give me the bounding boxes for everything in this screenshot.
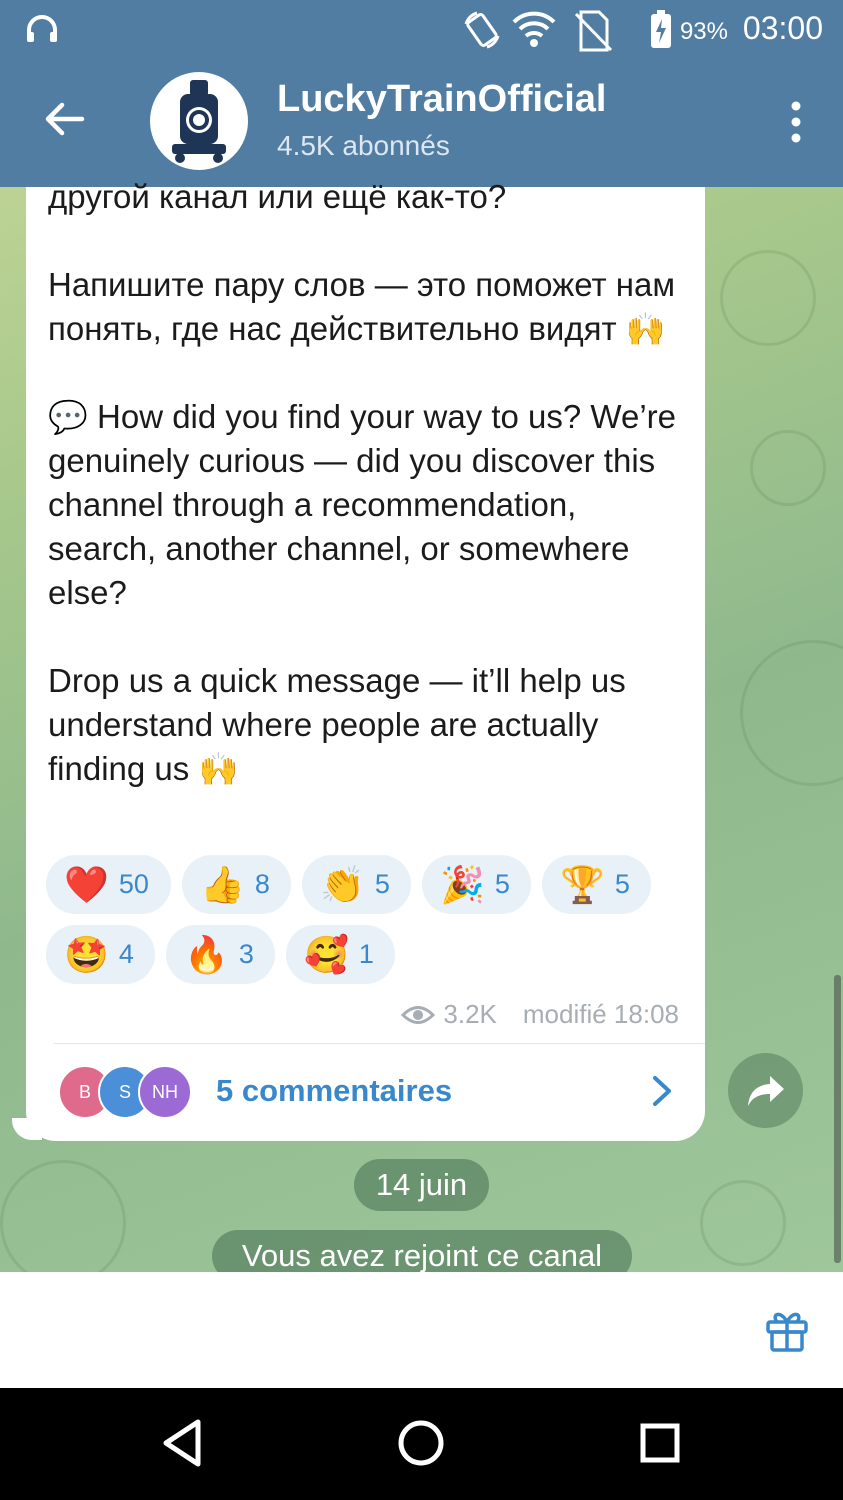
system-navigation-bar <box>0 1388 843 1500</box>
heart-emoji: ❤️ <box>64 863 109 905</box>
post-text: другой канал или ещё как-то? Напишите па… <box>48 175 688 791</box>
reaction-count: 50 <box>118 869 149 899</box>
reaction-count: 5 <box>494 869 510 899</box>
reaction-count: 5 <box>614 869 630 899</box>
reactions: ❤️ 50 👍 8 👏 5 🎉 5 🏆 5 🤩 4 🔥 3 🥰 1 <box>46 855 686 995</box>
scrollbar[interactable] <box>834 975 841 1263</box>
bottom-bar <box>0 1272 843 1388</box>
clock: 03:00 <box>742 10 823 46</box>
raising-hands-emoji: 🙌 <box>625 311 666 347</box>
reaction-party[interactable]: 🎉 5 <box>422 855 531 914</box>
commenter-avatar: NH <box>138 1065 192 1119</box>
reaction-count: 4 <box>118 939 134 969</box>
reaction-star-struck[interactable]: 🤩 4 <box>46 925 155 984</box>
channel-title[interactable]: LuckyTrainOfficial <box>277 78 606 121</box>
edited-time: modifié 18:08 <box>522 999 679 1029</box>
party-popper-emoji: 🎉 <box>440 863 485 905</box>
reaction-count: 1 <box>358 939 374 969</box>
post-text-ru-end: другой канал или ещё как-то? <box>48 178 507 215</box>
rotate-icon <box>464 11 500 49</box>
star-struck-emoji: 🤩 <box>64 933 109 975</box>
comments-label: 5 commentaires <box>216 1073 453 1108</box>
thumbs-up-emoji: 👍 <box>200 863 245 905</box>
reaction-trophy[interactable]: 🏆 5 <box>542 855 651 914</box>
view-count: 3.2K <box>443 999 497 1029</box>
reaction-clap[interactable]: 👏 5 <box>302 855 411 914</box>
trophy-emoji: 🏆 <box>560 863 605 905</box>
reaction-count: 8 <box>254 869 270 899</box>
divider <box>54 1043 705 1044</box>
channel-post: другой канал или ещё как-то? Напишите па… <box>26 178 705 1141</box>
reaction-fire[interactable]: 🔥 3 <box>166 925 275 984</box>
post-text-ru-p2: Напишите пару слов — это поможет нам пон… <box>48 266 676 347</box>
more-vertical-icon[interactable] <box>789 100 803 144</box>
date-pill: 14 juin <box>354 1159 489 1211</box>
battery-percent: 93% <box>679 18 728 45</box>
reaction-count: 3 <box>238 939 254 969</box>
no-sim-icon <box>574 10 613 52</box>
share-arrow-icon <box>747 1075 784 1106</box>
status-bar: 93% 03:00 <box>0 0 843 62</box>
comments-button[interactable]: B S NH 5 commentaires <box>26 1049 705 1131</box>
headphones-icon <box>27 15 57 42</box>
chevron-right-icon <box>653 1076 671 1106</box>
subscriber-count: 4.5K abonnés <box>277 130 450 161</box>
channel-avatar[interactable] <box>150 72 248 170</box>
battery-charging-icon <box>651 10 671 48</box>
post-text-en-p1: How did you find your way to us? We’re g… <box>48 398 677 611</box>
raising-hands-emoji: 🙌 <box>198 751 239 787</box>
reaction-smiling-hearts[interactable]: 🥰 1 <box>286 925 395 984</box>
eye-icon <box>401 1005 436 1024</box>
train-logo-icon <box>152 74 246 168</box>
app-bar: 93% 03:00 LuckyTrainOfficial 4.5K abonné… <box>0 0 843 187</box>
gift-icon[interactable] <box>763 1306 811 1354</box>
fire-emoji: 🔥 <box>184 933 229 975</box>
speech-bubble-emoji: 💬 <box>48 399 88 435</box>
home-circle-icon[interactable] <box>388 1410 454 1476</box>
reaction-thumbs-up[interactable]: 👍 8 <box>182 855 291 914</box>
wifi-icon <box>512 11 556 47</box>
clapping-emoji: 👏 <box>320 863 365 905</box>
back-triangle-icon[interactable] <box>150 1410 216 1476</box>
recents-square-icon[interactable] <box>627 1410 693 1476</box>
reaction-heart[interactable]: ❤️ 50 <box>46 855 171 914</box>
share-button[interactable] <box>728 1053 803 1128</box>
arrow-left-icon[interactable] <box>40 95 88 143</box>
smiling-hearts-emoji: 🥰 <box>304 933 349 975</box>
post-text-en-p2: Drop us a quick message — it’ll help us … <box>48 662 626 787</box>
post-meta: 3.2K modifié 18:08 <box>401 999 679 1030</box>
reaction-count: 5 <box>374 869 390 899</box>
